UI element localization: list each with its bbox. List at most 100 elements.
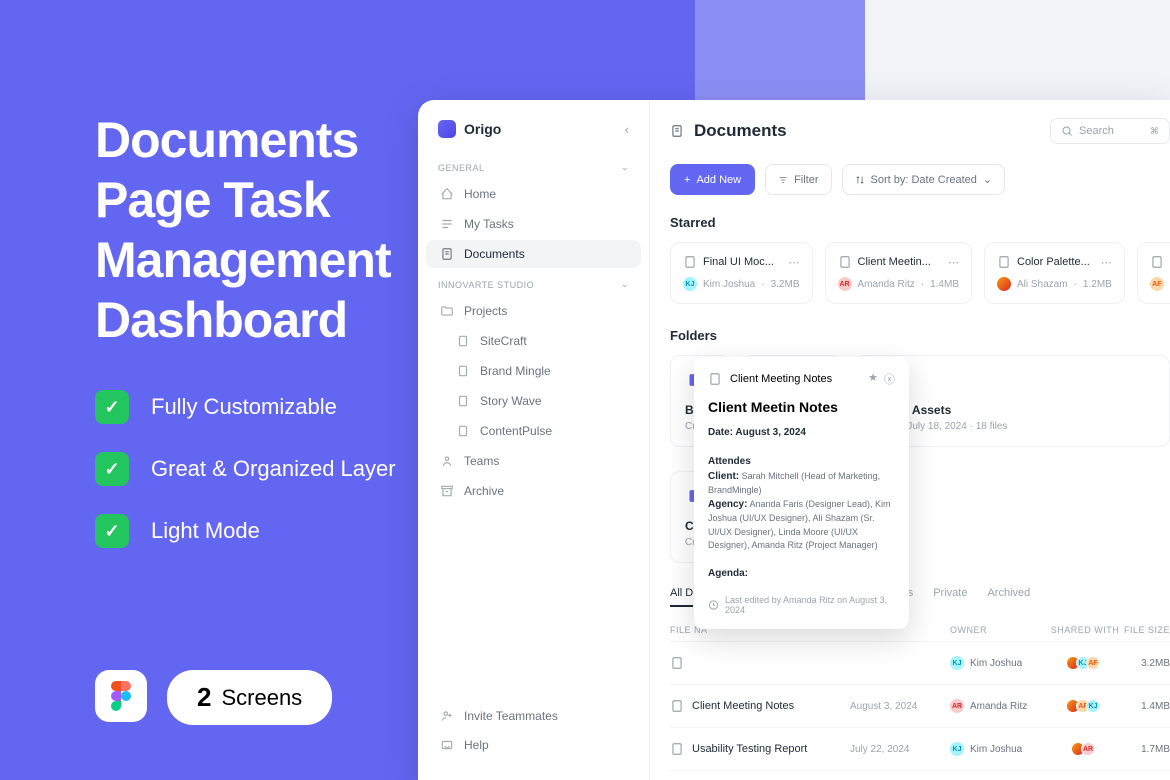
nav-home[interactable]: Home [426, 180, 641, 208]
more-icon[interactable]: ⋯ [1101, 256, 1112, 269]
document-icon [1150, 255, 1164, 269]
help-icon [440, 738, 454, 752]
section-studio: INNOVARTE STUDIO⌄ [418, 269, 649, 296]
avatar: AF [1150, 277, 1164, 291]
chevron-down-icon[interactable]: ⌄ [621, 162, 629, 173]
search-icon [1061, 125, 1073, 137]
close-icon[interactable]: ⓧ [884, 371, 895, 387]
toolbar: + Add New Filter Sort by: Date Created ⌄ [670, 164, 1170, 195]
avatar [997, 277, 1011, 291]
nav-invite[interactable]: Invite Teammates [426, 702, 641, 730]
tab-private[interactable]: Private [933, 587, 967, 607]
screens-label: Screens [221, 685, 302, 711]
filter-icon [778, 175, 788, 185]
feature-list: ✓ Fully Customizable ✓ Great & Organized… [95, 390, 415, 548]
sidebar-footer: Invite Teammates Help [418, 691, 649, 780]
bg-accent [695, 0, 865, 100]
screens-badge: 2 Screens [167, 670, 332, 725]
document-icon [670, 699, 684, 713]
sidebar: Origo ‹ GENERAL⌄ Home My Tasks Documents… [418, 100, 650, 780]
invite-icon [440, 709, 454, 723]
starred-card[interactable]: Client Meetin...⋯ ARAmanda Ritz · 1.4MB [825, 242, 973, 304]
starred-card[interactable]: Innovarte Bra AFAnanda Faris [1137, 242, 1170, 304]
document-icon [708, 372, 722, 386]
doc-icon [456, 394, 470, 408]
starred-title: Starred [670, 215, 1170, 230]
tab-all[interactable]: All D [670, 587, 693, 607]
page-title: Documents [694, 121, 787, 141]
check-icon: ✓ [95, 390, 129, 424]
starred-card[interactable]: Color Palette...⋯ Ali Shazam · 1.2MB [984, 242, 1125, 304]
document-icon [683, 255, 697, 269]
popover-body: Date: August 3, 2024 Attendes Client: Sa… [708, 425, 895, 581]
star-icon[interactable]: ★ [868, 371, 878, 387]
document-icon [440, 247, 454, 261]
feature-text: Fully Customizable [151, 394, 337, 420]
avatar: AR [950, 699, 964, 713]
collapse-icon[interactable]: ‹ [625, 122, 629, 137]
archive-icon [440, 484, 454, 498]
folders-title: Folders [670, 328, 1170, 343]
team-icon [440, 454, 454, 468]
sort-icon [855, 175, 865, 185]
figma-icon [111, 681, 131, 711]
feature-text: Light Mode [151, 518, 260, 544]
tab-archived[interactable]: Archived [987, 587, 1030, 607]
nav-my-tasks[interactable]: My Tasks [426, 210, 641, 238]
avatar: AR [838, 277, 852, 291]
document-icon [670, 124, 684, 138]
shared-avatars: KJAF [1070, 656, 1100, 670]
search-input[interactable]: Search ⌘ [1050, 118, 1170, 144]
table-row[interactable]: Wireframe for Landing Page July 12, 2024… [670, 770, 1170, 780]
doc-icon [456, 364, 470, 378]
document-icon [997, 255, 1011, 269]
figma-badge [95, 670, 147, 722]
add-new-button[interactable]: + Add New [670, 164, 755, 195]
feature-item: ✓ Fully Customizable [95, 390, 415, 424]
feature-item: ✓ Great & Organized Layer [95, 452, 415, 486]
topbar: Documents Search ⌘ [670, 118, 1170, 144]
nav-archive[interactable]: Archive [426, 477, 641, 505]
table-row[interactable]: KJKim Joshua KJAF 3.2MB [670, 641, 1170, 684]
document-preview-popover: Client Meeting Notes ★ ⓧ Client Meetin N… [694, 357, 909, 629]
nav-brand-mingle[interactable]: Brand Mingle [426, 357, 641, 385]
starred-row: Final UI Moc...⋯ KJKim Joshua · 3.2MB Cl… [670, 242, 1170, 304]
nav-story-wave[interactable]: Story Wave [426, 387, 641, 415]
chevron-down-icon[interactable]: ⌄ [621, 279, 629, 290]
check-icon: ✓ [95, 514, 129, 548]
more-icon[interactable]: ⋯ [789, 256, 800, 269]
screens-count: 2 [197, 682, 211, 713]
nav-help[interactable]: Help [426, 731, 641, 759]
table-row[interactable]: Client Meeting Notes August 3, 2024 ARAm… [670, 684, 1170, 727]
document-icon [670, 656, 684, 670]
nav-sitecraft[interactable]: SiteCraft [426, 327, 641, 355]
list-icon [440, 217, 454, 231]
nav-documents[interactable]: Documents [426, 240, 641, 268]
feature-item: ✓ Light Mode [95, 514, 415, 548]
plus-icon: + [684, 174, 690, 186]
nav-teams[interactable]: Teams [426, 447, 641, 475]
popover-title: Client Meetin Notes [708, 399, 895, 415]
avatar: KJ [950, 742, 964, 756]
chevron-down-icon: ⌄ [983, 173, 992, 186]
avatar: KJ [950, 656, 964, 670]
shared-avatars: AFKJ [1070, 699, 1100, 713]
document-icon [838, 255, 852, 269]
promo-title: Documents Page Task Management Dashboard [95, 110, 415, 350]
bg-light [865, 0, 1170, 100]
filter-button[interactable]: Filter [765, 164, 831, 195]
feature-text: Great & Organized Layer [151, 456, 396, 482]
popover-footer: Last edited by Amanda Ritz on August 3, … [708, 595, 895, 615]
home-icon [440, 187, 454, 201]
table-row[interactable]: Usability Testing Report July 22, 2024 K… [670, 727, 1170, 770]
promo-panel: Documents Page Task Management Dashboard… [95, 110, 415, 576]
nav-projects[interactable]: Projects [426, 297, 641, 325]
nav-content-pulse[interactable]: ContentPulse [426, 417, 641, 445]
starred-card[interactable]: Final UI Moc...⋯ KJKim Joshua · 3.2MB [670, 242, 813, 304]
logo-icon [438, 120, 456, 138]
doc-icon [456, 424, 470, 438]
sort-button[interactable]: Sort by: Date Created ⌄ [842, 164, 1006, 195]
more-icon[interactable]: ⋯ [948, 256, 959, 269]
col-shared: SHARED WITH [1050, 625, 1120, 635]
folder-icon [440, 304, 454, 318]
